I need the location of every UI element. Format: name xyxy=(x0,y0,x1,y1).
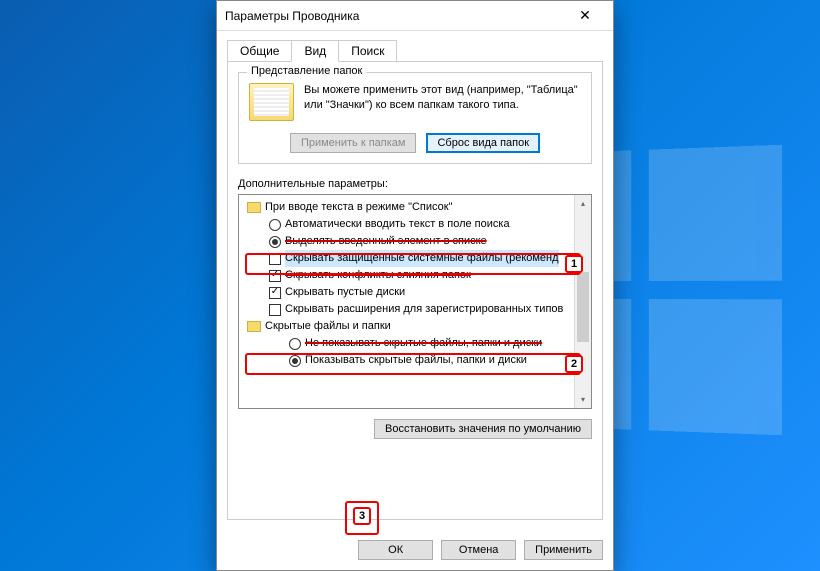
folder-options-dialog: Параметры Проводника ✕ Общие Вид Поиск П… xyxy=(216,0,614,571)
tree-scrollbar[interactable]: ▴ ▾ xyxy=(574,195,591,408)
radio-icon[interactable] xyxy=(289,338,301,350)
reset-folders-button[interactable]: Сброс вида папок xyxy=(426,133,540,153)
checkbox-icon[interactable] xyxy=(269,304,281,316)
group-description: Вы можете применить этот вид (например, … xyxy=(304,83,581,121)
group-legend: Представление папок xyxy=(247,65,366,77)
dialog-title: Параметры Проводника xyxy=(225,9,565,23)
radio-icon[interactable] xyxy=(289,355,301,367)
tree-item-show-hidden[interactable]: Показывать скрытые файлы, папки и диски xyxy=(241,352,572,369)
tab-general[interactable]: Общие xyxy=(227,40,292,62)
scroll-up-arrow[interactable]: ▴ xyxy=(575,195,591,212)
scroll-track[interactable] xyxy=(575,212,591,391)
tree-item-highlight-typed[interactable]: Выделять введенный элемент в списке xyxy=(241,233,572,250)
apply-to-folders-button[interactable]: Применить к папкам xyxy=(290,133,417,153)
checkbox-icon[interactable] xyxy=(269,270,281,282)
tree-item-hide-merge[interactable]: Скрывать конфликты слияния папок xyxy=(241,267,572,284)
tree-item-hide-empty[interactable]: Скрывать пустые диски xyxy=(241,284,572,301)
close-button[interactable]: ✕ xyxy=(565,7,605,24)
checkbox-icon[interactable] xyxy=(269,253,281,265)
tab-row: Общие Вид Поиск xyxy=(227,40,603,62)
scroll-thumb[interactable] xyxy=(577,272,589,342)
scroll-down-arrow[interactable]: ▾ xyxy=(575,391,591,408)
folder-mini-icon xyxy=(247,321,261,332)
tree-list[interactable]: При вводе текста в режиме "Список" Автом… xyxy=(239,195,574,408)
folder-icon xyxy=(249,83,294,121)
advanced-settings-label: Дополнительные параметры: xyxy=(238,178,592,190)
tree-item-auto-type[interactable]: Автоматически вводить текст в поле поиск… xyxy=(241,216,572,233)
tree-item-hide-protected[interactable]: Скрывать защищенные системные файлы (рек… xyxy=(241,250,572,267)
tab-content-view: Представление папок Вы можете применить … xyxy=(227,61,603,520)
tree-node-input-mode: При вводе текста в режиме "Список" xyxy=(241,199,572,216)
tree-node-hidden-files: Скрытые файлы и папки xyxy=(241,318,572,335)
tree-item-hide-ext[interactable]: Скрывать расширения для зарегистрированн… xyxy=(241,301,572,318)
folder-views-group: Представление папок Вы можете применить … xyxy=(238,72,592,164)
folder-mini-icon xyxy=(247,202,261,213)
radio-icon[interactable] xyxy=(269,219,281,231)
ok-button[interactable]: ОК xyxy=(358,540,433,560)
tab-search[interactable]: Поиск xyxy=(338,40,397,62)
apply-button[interactable]: Применить xyxy=(524,540,603,560)
dialog-footer: ОК Отмена Применить xyxy=(217,530,613,570)
titlebar: Параметры Проводника ✕ xyxy=(217,1,613,31)
restore-defaults-button[interactable]: Восстановить значения по умолчанию xyxy=(374,419,592,439)
advanced-settings-tree: При вводе текста в режиме "Список" Автом… xyxy=(238,194,592,409)
checkbox-icon[interactable] xyxy=(269,287,281,299)
cancel-button[interactable]: Отмена xyxy=(441,540,516,560)
tab-view[interactable]: Вид xyxy=(291,40,339,62)
tree-item-dont-show-hidden[interactable]: Не показывать скрытые файлы, папки и дис… xyxy=(241,335,572,352)
radio-icon[interactable] xyxy=(269,236,281,248)
